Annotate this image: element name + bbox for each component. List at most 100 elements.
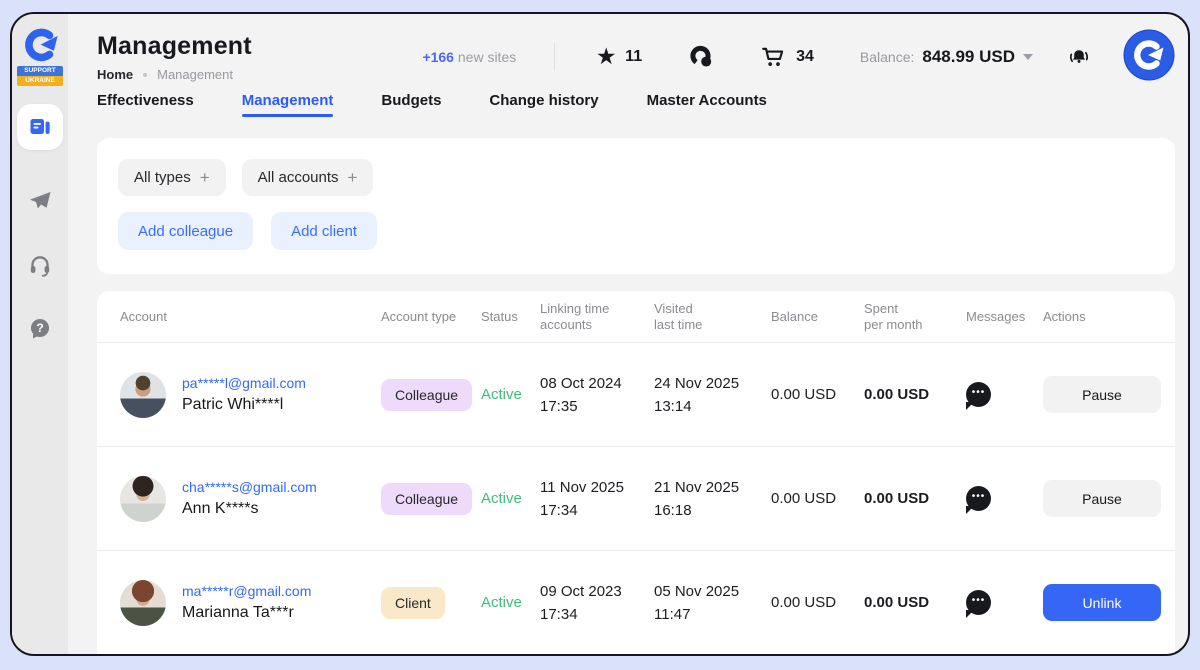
messages-cell: •••: [966, 590, 1043, 615]
col-balance: Balance: [771, 309, 864, 325]
filter-all-types-label: All types: [134, 169, 191, 186]
visited-time-cell: 05 Nov 202511:47: [654, 580, 771, 626]
account-email-link[interactable]: ma*****r@gmail.com: [182, 583, 311, 599]
breadcrumb-home[interactable]: Home: [97, 67, 133, 82]
messages-cell: •••: [966, 382, 1043, 407]
spent-cell: 0.00 USD: [864, 386, 966, 403]
brand-c-arrow-icon: [21, 28, 59, 64]
support-label: SUPPORT: [17, 66, 63, 76]
message-icon[interactable]: •••: [966, 590, 991, 615]
chevron-down-icon: [1023, 54, 1033, 60]
pause-button[interactable]: Pause: [1043, 480, 1161, 517]
add-client-button[interactable]: Add client: [271, 212, 377, 250]
message-icon[interactable]: •••: [966, 382, 991, 407]
filter-chip-row: All types + All accounts +: [118, 159, 1154, 196]
breadcrumb-current: Management: [157, 67, 233, 82]
balance-cell: 0.00 USD: [771, 386, 864, 403]
account-name: Marianna Ta***r: [182, 604, 311, 622]
balance-cell: 0.00 USD: [771, 490, 864, 507]
col-linking-time: Linking timeaccounts: [540, 301, 654, 333]
message-icon[interactable]: •••: [966, 486, 991, 511]
bell-icon: [1067, 45, 1091, 69]
breadcrumb: Home Management: [97, 67, 252, 82]
account-name: Ann K****s: [182, 500, 317, 518]
main-content: Management Home Management +166 new site…: [68, 14, 1188, 654]
tab-master-accounts[interactable]: Master Accounts: [647, 92, 767, 121]
cart-stat[interactable]: 34: [760, 44, 814, 70]
favorites-stat[interactable]: ★ 11: [597, 47, 642, 67]
status-badge: Active: [481, 386, 540, 403]
page-title: Management: [97, 32, 252, 61]
tab-budgets[interactable]: Budgets: [381, 92, 441, 121]
star-icon: ★: [597, 47, 615, 67]
filter-all-accounts-label: All accounts: [258, 169, 339, 186]
account-type-cell: Client: [381, 587, 481, 619]
col-status: Status: [481, 309, 540, 325]
account-email-link[interactable]: pa*****l@gmail.com: [182, 375, 306, 391]
paper-plane-icon: [28, 189, 52, 213]
tab-change-history[interactable]: Change history: [489, 92, 598, 121]
account-cell: pa*****l@gmail.com Patric Whi****l: [120, 372, 381, 418]
pause-button[interactable]: Pause: [1043, 376, 1161, 413]
account-logo-icon: [1123, 29, 1175, 81]
question-icon: ?: [28, 317, 52, 341]
tab-management[interactable]: Management: [242, 92, 334, 121]
unlink-button[interactable]: Unlink: [1043, 584, 1161, 621]
linking-time-cell: 09 Oct 202317:34: [540, 580, 654, 626]
account-identity: ma*****r@gmail.com Marianna Ta***r: [182, 583, 311, 622]
type-badge: Colleague: [381, 483, 472, 515]
type-badge: Colleague: [381, 379, 472, 411]
plus-icon: +: [200, 168, 210, 188]
breadcrumb-separator: [143, 73, 147, 77]
account-type-cell: Colleague: [381, 483, 481, 515]
table-row: ma*****r@gmail.com Marianna Ta***r Clien…: [97, 551, 1175, 654]
support-ukraine-badge: SUPPORT UKRAINE: [17, 66, 63, 86]
account-email-link[interactable]: cha*****s@gmail.com: [182, 479, 317, 495]
brand-logo[interactable]: SUPPORT UKRAINE: [17, 28, 63, 86]
svg-text:?: ?: [36, 321, 43, 335]
section-tabs: Effectiveness Management Budgets Change …: [97, 92, 1175, 130]
spent-cell: 0.00 USD: [864, 594, 966, 611]
new-sites-indicator[interactable]: +166 new sites: [422, 49, 516, 65]
ukraine-label: UKRAINE: [17, 76, 63, 86]
add-colleague-button[interactable]: Add colleague: [118, 212, 253, 250]
title-block: Management Home Management: [97, 32, 252, 82]
new-sites-count: +166: [422, 49, 454, 65]
col-actions: Actions: [1043, 309, 1151, 325]
account-avatar-button[interactable]: [1123, 29, 1175, 86]
balance-value: 848.99 USD: [922, 47, 1015, 67]
filter-all-accounts[interactable]: All accounts +: [242, 159, 374, 196]
sidebar-item-help[interactable]: ?: [27, 316, 53, 342]
tab-effectiveness[interactable]: Effectiveness: [97, 92, 194, 121]
filter-all-types[interactable]: All types +: [118, 159, 226, 196]
sidebar-item-news[interactable]: [17, 104, 63, 150]
col-visited: Visitedlast time: [654, 301, 771, 333]
messages-stat[interactable]: [688, 44, 714, 70]
plus-icon: +: [348, 168, 358, 188]
avatar: [120, 372, 166, 418]
sidebar: SUPPORT UKRAINE: [12, 14, 68, 654]
cart-count: 34: [796, 48, 814, 66]
account-type-cell: Colleague: [381, 379, 481, 411]
notifications-button[interactable]: [1067, 45, 1091, 69]
account-identity: cha*****s@gmail.com Ann K****s: [182, 479, 317, 518]
accounts-table: Account Account type Status Linking time…: [97, 291, 1175, 654]
account-cell: cha*****s@gmail.com Ann K****s: [120, 476, 381, 522]
actions-cell: Unlink: [1043, 584, 1161, 621]
table-row: pa*****l@gmail.com Patric Whi****l Colle…: [97, 343, 1175, 447]
topbar: Management Home Management +166 new site…: [97, 14, 1175, 80]
balance-cell: 0.00 USD: [771, 594, 864, 611]
avatar: [120, 476, 166, 522]
sidebar-item-telegram[interactable]: [27, 188, 53, 214]
balance-dropdown[interactable]: Balance: 848.99 USD: [860, 47, 1033, 67]
new-sites-label: new sites: [458, 49, 516, 65]
visited-time-cell: 24 Nov 202513:14: [654, 372, 771, 418]
document-icon: [28, 115, 52, 139]
sidebar-item-support[interactable]: [27, 252, 53, 278]
col-spent: Spentper month: [864, 301, 966, 333]
actions-cell: Pause: [1043, 480, 1161, 517]
account-name: Patric Whi****l: [182, 396, 306, 414]
col-account: Account: [120, 309, 381, 325]
spent-cell: 0.00 USD: [864, 490, 966, 507]
balance-label: Balance:: [860, 49, 914, 65]
